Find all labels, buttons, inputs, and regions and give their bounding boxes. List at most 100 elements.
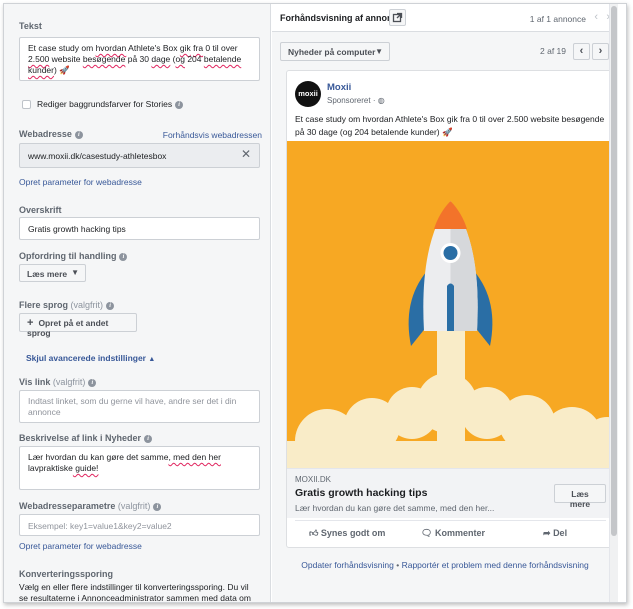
url-params-label: Webadresseparametre — [19, 501, 116, 511]
text-segment: gøre — [106, 452, 124, 462]
url-params-field[interactable]: Eksempel: key1=value1&key2=value2 — [19, 514, 260, 536]
news-description-field[interactable]: Lær hvordan du kan gøre det samme, med d… — [19, 446, 260, 490]
text-segment: du — [78, 452, 89, 462]
display-link-optional: (valgfrit) — [52, 377, 86, 387]
text-segment: og — [175, 54, 185, 64]
url-label: Webadresse — [19, 129, 72, 139]
primary-text-field[interactable]: Et case study om hvordan Athlete's Box g… — [19, 37, 260, 81]
info-icon[interactable]: i — [88, 378, 97, 387]
external-link-icon[interactable] — [389, 9, 406, 26]
share-label: Del — [553, 528, 568, 538]
text-segment: samme — [140, 452, 169, 462]
text-segment: besøgende — [82, 54, 126, 64]
logo-text: moxii — [298, 89, 318, 98]
page-avatar[interactable]: moxii — [295, 81, 321, 107]
sponsored-label: Sponsoreret — [327, 96, 371, 105]
thumbs-up-icon: 👍︎ — [309, 528, 319, 538]
languages-optional: (valgfrit) — [70, 300, 104, 310]
text-segment: Et case study om — [28, 43, 96, 53]
page-count: 2 af 19 — [540, 46, 566, 56]
prev-placement-button[interactable]: ‹ — [573, 43, 590, 60]
advanced-toggle-label: Skjul avancerede indstillinger — [26, 353, 146, 363]
text-segment: hvordan — [95, 43, 127, 53]
comment-button[interactable]: 🗨︎ Kommenter — [421, 528, 485, 539]
text-segment: 0 til over — [203, 43, 238, 53]
text-segment: på 30 — [125, 54, 152, 64]
rocket-illustration — [287, 141, 612, 468]
ad-count: 1 af 1 annonce — [529, 14, 586, 24]
link-domain: MOXII.DK — [295, 475, 332, 484]
text-segment: kunder — [28, 65, 54, 75]
text-label: Tekst — [19, 21, 42, 31]
page-name[interactable]: Moxii — [327, 82, 351, 93]
conversion-label: Konverteringssporing — [19, 569, 114, 579]
add-language-button[interactable]: + Opret på et andet sprog — [19, 313, 137, 338]
globe-icon: ◍ — [377, 96, 385, 105]
rocket-emoji-icon: 🚀 — [56, 65, 70, 75]
text-segment: lavpraktiske — [28, 463, 73, 473]
refresh-preview-link[interactable]: Opdater forhåndsvisning — [301, 560, 394, 570]
preview-url-link[interactable]: Forhåndsvis webadressen — [163, 130, 262, 140]
ad-preview-panel: Forhåndsvisning af annonce 1 af 1 annonc… — [272, 4, 618, 602]
text-segment: dage — [151, 54, 171, 64]
text-segment: website — [49, 54, 83, 64]
languages-label: Flere sprog — [19, 300, 69, 310]
scrollbar-thumb[interactable] — [611, 6, 617, 536]
conversion-text: Vælg en eller flere indstillinger til ko… — [19, 582, 251, 603]
cta-value: Læs mere — [27, 269, 68, 279]
info-icon[interactable]: i — [175, 100, 184, 109]
clear-icon[interactable]: ✕ — [241, 148, 251, 160]
stories-colors-checkbox[interactable] — [22, 100, 31, 109]
text-segment: gik — [179, 43, 191, 53]
caret-down-icon: ▼ — [71, 268, 79, 277]
add-language-label: Opret på et andet sprog — [27, 318, 109, 338]
url-field[interactable]: www.moxii.dk/casestudy-athletesbox ✕ — [19, 143, 260, 168]
chevron-left-icon[interactable]: ‹ — [594, 11, 598, 23]
info-icon[interactable]: i — [153, 502, 162, 511]
link-description: Lær hvordan du kan gøre det samme, med d… — [295, 503, 495, 513]
ad-creative-form: Tekst Et case study om hvordan Athlete's… — [4, 4, 271, 603]
info-icon[interactable]: i — [119, 252, 128, 261]
headline-field[interactable]: Gratis growth hacking tips — [19, 217, 260, 240]
link-attachment[interactable]: MOXII.DK Gratis growth hacking tips Lær … — [287, 468, 612, 518]
comment-icon: 🗨︎ — [421, 528, 433, 538]
stories-colors-label: Rediger baggrundsfarver for Stories — [37, 99, 173, 109]
info-icon[interactable]: i — [74, 130, 83, 139]
text-segment: 2.500 — [28, 54, 50, 64]
text-segment: 204 — [184, 54, 204, 64]
info-icon[interactable]: i — [106, 301, 115, 310]
share-icon: ➦ — [543, 528, 551, 538]
url-params-optional: (valgfrit) — [117, 501, 151, 511]
cta-dropdown[interactable]: Læs mere ▼ — [19, 264, 86, 282]
link-headline: Gratis growth hacking tips — [295, 487, 428, 499]
like-button[interactable]: 👍︎ Synes godt om — [309, 528, 385, 539]
placement-value: Nyheder på computer — [288, 47, 376, 57]
learn-more-button[interactable]: Læs mere — [554, 484, 606, 509]
share-button[interactable]: ➦ Del — [543, 528, 567, 539]
text-segment: guide! — [72, 463, 99, 473]
action-bar: 👍︎ Synes godt om 🗨︎ Kommenter ➦ Del — [295, 520, 606, 547]
text-segment: Athlete's Box — [126, 43, 180, 53]
report-problem-link[interactable]: Rapportér et problem med denne forhåndsv… — [402, 560, 589, 570]
caret-up-icon: ▲ — [148, 356, 156, 363]
ad-image[interactable] — [287, 141, 612, 468]
next-placement-button[interactable]: › — [592, 43, 609, 60]
footer-separator: • — [393, 560, 402, 570]
ad-preview-card: moxii Moxii Sponsoreret · ◍ Et case stud… — [286, 70, 613, 548]
info-icon[interactable]: i — [144, 434, 153, 443]
advanced-toggle[interactable]: Skjul avancerede indstillinger ▲ — [26, 353, 155, 363]
url-parameter-link[interactable]: Opret parameter for webadresse — [19, 177, 142, 187]
ad-editor-window: Tekst Et case study om hvordan Athlete's… — [3, 3, 627, 603]
preview-scrollbar[interactable] — [609, 4, 618, 602]
headline-label: Overskrift — [19, 205, 62, 215]
text-segment: det — [126, 452, 139, 462]
preview-header: Forhåndsvisning af annonce 1 af 1 annonc… — [272, 4, 618, 32]
url-params-link[interactable]: Opret parameter for webadresse — [19, 541, 142, 551]
text-segment: betalende — [203, 54, 242, 64]
like-label: Synes godt om — [320, 528, 386, 538]
display-link-field[interactable]: Indtast linket, som du gerne vil have, a… — [19, 390, 260, 423]
text-segment: kan — [90, 452, 105, 462]
headline-value: Gratis growth hacking tips — [28, 224, 126, 234]
preview-footer: Opdater forhåndsvisning • Rapportér et p… — [272, 560, 618, 570]
placement-dropdown[interactable]: Nyheder på computer ▼ — [280, 42, 390, 61]
